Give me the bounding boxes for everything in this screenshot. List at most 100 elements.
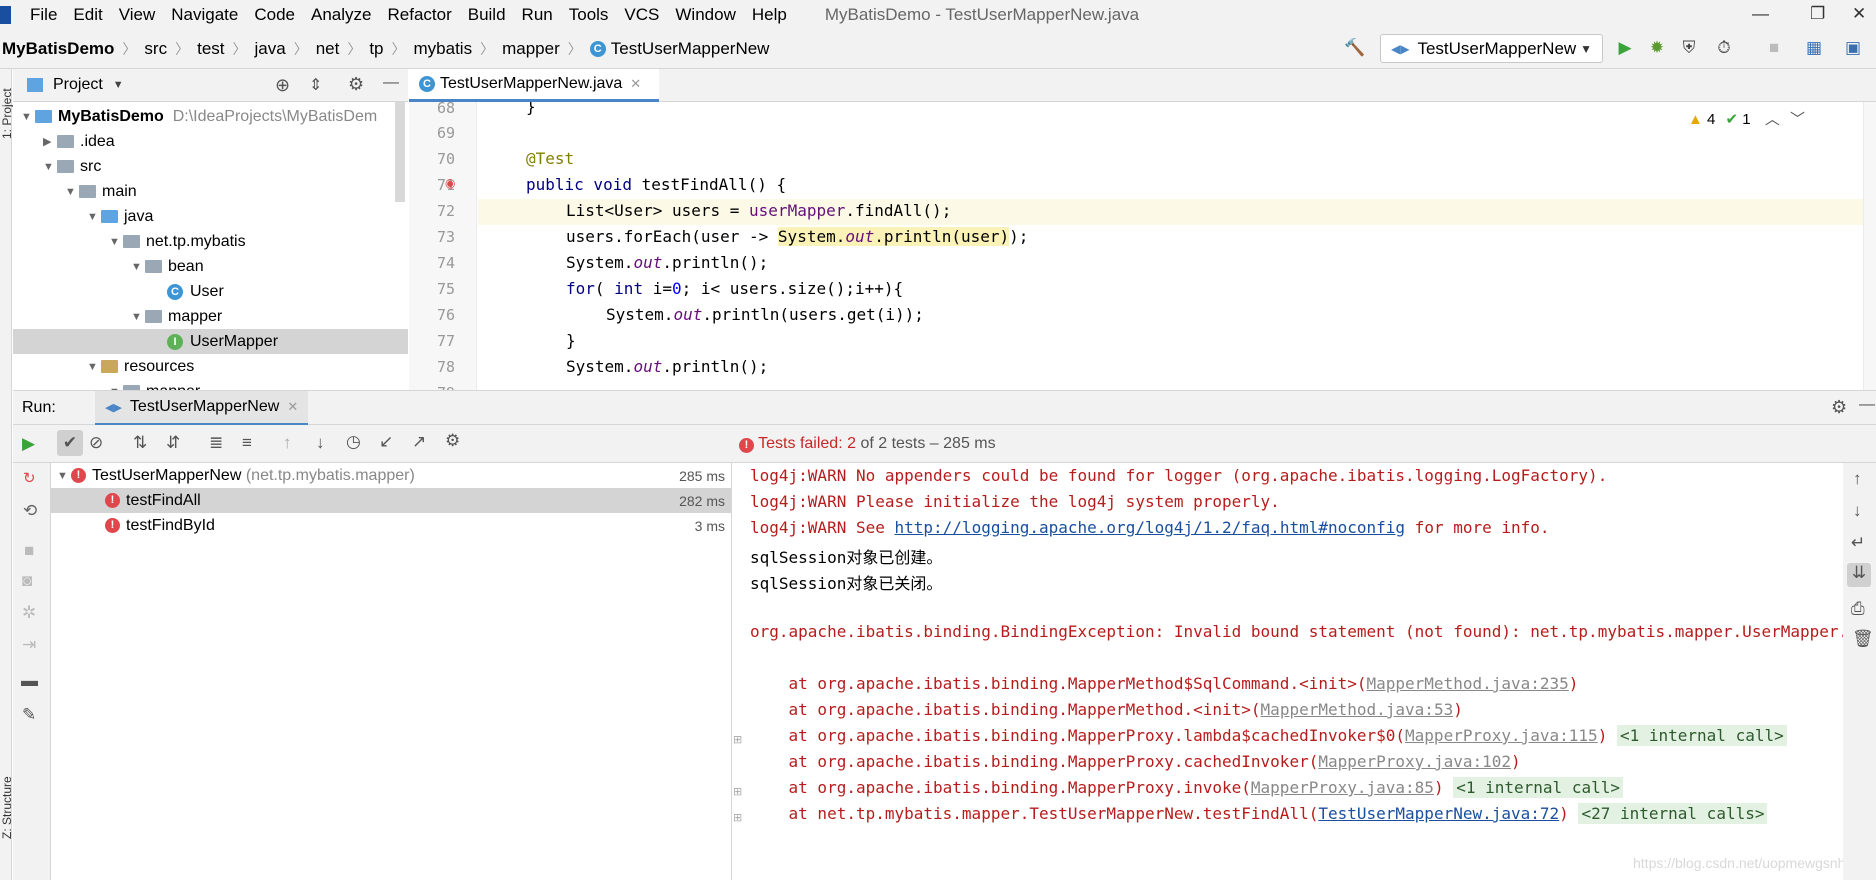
tab-testusermappernew[interactable]: C TestUserMapperNew.java ✕ <box>409 69 659 102</box>
code-editor[interactable]: } @Test public void testFindAll() { List… <box>478 102 1876 390</box>
breadcrumb-src[interactable]: src <box>144 39 167 59</box>
breadcrumb-project[interactable]: MyBatisDemo <box>2 39 114 59</box>
restore-icon[interactable]: ❐ <box>1810 4 1825 24</box>
show-passed-icon[interactable]: ✔ <box>57 430 83 456</box>
test-row-findall[interactable]: ! testFindAll 282 ms <box>51 488 731 513</box>
tree-node-idea[interactable]: ▶ .idea <box>43 129 115 154</box>
tree-node-package[interactable]: ▼ net.tp.mybatis <box>109 229 246 254</box>
build-hammer-icon[interactable]: 🔨 <box>1344 38 1365 58</box>
breadcrumb-tp[interactable]: tp <box>369 39 383 59</box>
collapse-all-icon[interactable]: ≡ <box>242 433 252 453</box>
toggle-auto-test-icon[interactable]: ⟲ <box>23 501 37 521</box>
faq-link[interactable]: http://logging.apache.org/log4j/1.2/faq.… <box>895 518 1406 537</box>
stack-link[interactable]: MapperMethod.java:235 <box>1367 674 1569 693</box>
project-panel-title[interactable]: Project <box>53 76 103 94</box>
stack-link[interactable]: MapperProxy.java:102 <box>1318 752 1511 771</box>
dump-threads-icon[interactable]: ◙ <box>22 571 32 591</box>
collapse-all-icon[interactable]: ⇕ <box>309 75 322 95</box>
menu-run[interactable]: Run <box>522 5 553 25</box>
stop-icon[interactable]: ■ <box>24 541 34 561</box>
run-icon[interactable]: ▶ <box>1615 38 1635 58</box>
breadcrumb-java[interactable]: java <box>255 39 286 59</box>
project-tool-tab[interactable]: 1: Project <box>0 88 14 139</box>
chevron-up-icon[interactable]: ︿ <box>1765 111 1780 128</box>
debug-gear-icon[interactable]: ✲ <box>22 603 36 623</box>
hide-icon[interactable]: — <box>383 74 399 92</box>
up-arrow-icon[interactable]: ↑ <box>1853 469 1862 489</box>
tree-node-java[interactable]: ▼ java <box>87 204 153 229</box>
tree-node-bean[interactable]: ▼ bean <box>131 254 204 279</box>
import-tests-icon[interactable]: ↙ <box>379 432 393 452</box>
profile-icon[interactable]: ⏱ <box>1714 38 1734 58</box>
tree-node-resources[interactable]: ▼ resources <box>87 354 194 379</box>
chevron-down-icon[interactable]: ﹀ <box>1790 111 1805 128</box>
breadcrumb-mapper[interactable]: mapper <box>502 39 560 59</box>
export-tests-icon[interactable]: ↗ <box>412 432 426 452</box>
inspection-widget[interactable]: ▲ 4 ✔ 1 ︿ ﹀ <box>1688 108 1805 129</box>
stop-icon[interactable]: ■ <box>1764 38 1784 58</box>
test-row-findbyid[interactable]: ! testFindById 3 ms <box>51 513 731 538</box>
previous-failed-icon[interactable]: ↑ <box>283 433 292 453</box>
console-output[interactable]: log4j:WARN No appenders could be found f… <box>733 463 1843 880</box>
fold-icon[interactable]: ⊞ <box>733 811 742 824</box>
settings-icon[interactable]: ⚙ <box>445 431 460 451</box>
layout-icon[interactable]: ▣ <box>1843 38 1863 58</box>
tree-node-mapper[interactable]: ▼ mapper <box>131 304 222 329</box>
breadcrumb-class[interactable]: TestUserMapperNew <box>611 39 770 59</box>
close-tab-icon[interactable]: ✕ <box>287 399 298 415</box>
menu-tools[interactable]: Tools <box>569 5 609 25</box>
close-window-icon[interactable]: ✕ <box>1852 4 1866 24</box>
breadcrumb-test[interactable]: test <box>197 39 224 59</box>
rerun-failed-icon[interactable]: ↻ <box>23 469 36 487</box>
stack-link[interactable]: TestUserMapperNew.java:72 <box>1318 804 1559 823</box>
next-failed-icon[interactable]: ↓ <box>316 433 325 453</box>
hide-icon[interactable]: — <box>1859 396 1875 414</box>
fold-icon[interactable]: ⊞ <box>733 785 742 798</box>
breadcrumb-net[interactable]: net <box>316 39 340 59</box>
stack-link[interactable]: MapperProxy.java:115 <box>1405 726 1598 745</box>
structure-tool-tab[interactable]: Z: Structure <box>0 776 14 839</box>
breadcrumb-mybatis[interactable]: mybatis <box>414 39 473 59</box>
menu-view[interactable]: View <box>119 5 156 25</box>
run-tab[interactable]: ◀▶ TestUserMapperNew ✕ <box>95 391 309 426</box>
stack-link[interactable]: MapperProxy.java:85 <box>1251 778 1434 797</box>
expand-all-icon[interactable]: ≣ <box>209 433 223 453</box>
project-scrollbar[interactable] <box>395 102 405 202</box>
soft-wrap-icon[interactable]: ↵ <box>1851 533 1865 553</box>
tree-node-src[interactable]: ▼ src <box>43 154 101 179</box>
menu-edit[interactable]: Edit <box>73 5 102 25</box>
chevron-down-icon[interactable]: ▼ <box>113 79 124 91</box>
tree-node-res-mapper[interactable]: ▼mapper <box>109 379 200 390</box>
show-ignored-icon[interactable]: ⊘ <box>89 433 103 453</box>
gear-icon[interactable]: ⚙ <box>1831 397 1847 418</box>
debug-icon[interactable]: ✹ <box>1647 38 1667 58</box>
layout-icon[interactable]: ▬ <box>21 671 38 691</box>
sort-duration-icon[interactable]: ⇵ <box>166 433 180 453</box>
down-arrow-icon[interactable]: ↓ <box>1853 501 1862 521</box>
menu-analyze[interactable]: Analyze <box>311 5 371 25</box>
test-suite-row[interactable]: ▼! TestUserMapperNew (net.tp.mybatis.map… <box>51 463 731 488</box>
menu-help[interactable]: Help <box>752 5 787 25</box>
tree-node-user[interactable]: C User <box>167 279 224 304</box>
scroll-to-end-icon[interactable]: ⇊ <box>1847 563 1871 587</box>
minimize-icon[interactable]: — <box>1752 4 1769 24</box>
sort-alpha-icon[interactable]: ⇅ <box>133 433 147 453</box>
project-structure-icon[interactable]: ▦ <box>1804 38 1824 58</box>
locate-icon[interactable]: ⊕ <box>275 75 290 96</box>
exit-icon[interactable]: ⇥ <box>22 635 36 655</box>
menu-navigate[interactable]: Navigate <box>171 5 238 25</box>
menu-code[interactable]: Code <box>254 5 295 25</box>
menu-build[interactable]: Build <box>468 5 506 25</box>
gear-icon[interactable]: ⚙ <box>348 74 364 95</box>
internal-calls-fold[interactable]: <1 internal call> <box>1453 777 1623 798</box>
stack-link[interactable]: MapperMethod.java:53 <box>1261 700 1454 719</box>
run-config-select[interactable]: ◀▶ TestUserMapperNew ▼ <box>1380 34 1603 63</box>
internal-calls-fold[interactable]: <1 internal call> <box>1616 725 1787 746</box>
run-test-gutter-icon[interactable]: ◉ <box>445 176 455 190</box>
fold-icon[interactable]: ⊞ <box>733 733 742 746</box>
tree-node-root[interactable]: ▼ MyBatisDemo D:\IdeaProjects\MyBatisDem <box>21 104 377 129</box>
menu-refactor[interactable]: Refactor <box>387 5 451 25</box>
pin-icon[interactable]: ✎ <box>22 705 36 725</box>
internal-calls-fold[interactable]: <27 internal calls> <box>1578 803 1768 824</box>
close-tab-icon[interactable]: ✕ <box>630 76 641 92</box>
